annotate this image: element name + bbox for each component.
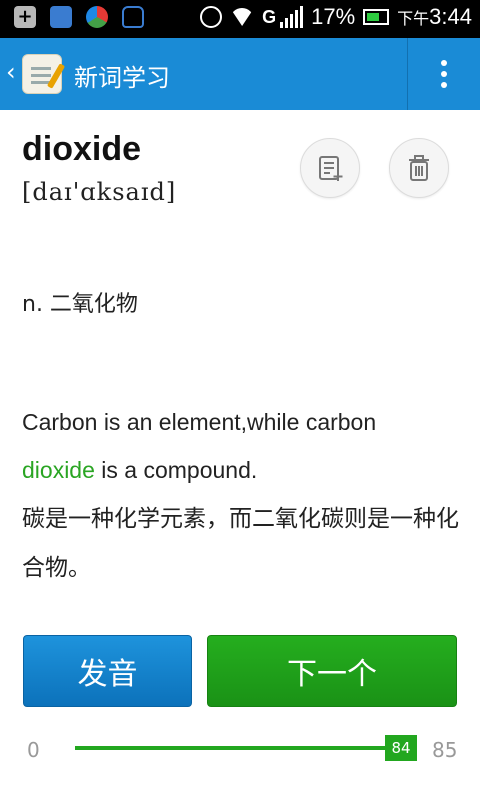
battery-percent: 17% (311, 4, 356, 29)
example-highlight-word: dioxide (22, 457, 95, 483)
app-logo-icon[interactable] (22, 54, 62, 94)
contact-app-icon (50, 6, 72, 28)
example-sentence: Carbon is an element,while carbon dioxid… (22, 398, 462, 592)
add-to-wordbook-button[interactable] (300, 138, 360, 198)
clock: 下午3:44 (397, 4, 472, 29)
word-heading: dioxide (22, 130, 142, 168)
status-bar: + G 17% 下午3:44 (0, 0, 480, 38)
trash-icon (409, 155, 429, 181)
word-phonetic: [daɪ'ɑksaɪd] (22, 178, 177, 206)
progress-fill (75, 746, 411, 750)
progress-max-label: 85 (432, 738, 458, 762)
next-word-button[interactable]: 下一个 (207, 635, 457, 707)
example-chinese: 碳是一种化学元素，而二氧化碳则是一种化合物。 (22, 506, 459, 581)
menu-dot-icon (441, 82, 447, 88)
menu-dot-icon (441, 60, 447, 66)
example-english-part2: is a compound. (94, 457, 258, 483)
signal-icon (280, 6, 304, 28)
app-swirl-icon (86, 6, 108, 28)
network-type: G (262, 6, 277, 27)
pronounce-button[interactable]: 发音 (23, 635, 192, 707)
lock-icon (122, 6, 144, 28)
notification-icons: + (14, 6, 144, 28)
delete-word-button[interactable] (389, 138, 449, 198)
battery-icon (363, 9, 390, 25)
overflow-menu-button[interactable] (408, 38, 480, 110)
add-note-icon (319, 156, 343, 181)
menu-dot-icon (441, 71, 447, 77)
progress-min-label: 0 (27, 738, 40, 762)
action-bar: ‹ 新词学习 (0, 38, 480, 110)
system-indicators: G 17% 下午3:44 (200, 4, 472, 30)
word-meaning: n. 二氧化物 (22, 292, 138, 317)
add-notification-icon: + (14, 6, 36, 28)
back-chevron-icon[interactable]: ‹ (6, 58, 16, 86)
page-title: 新词学习 (74, 64, 170, 92)
progress-track[interactable] (75, 746, 415, 750)
progress-thumb[interactable]: 84 (385, 735, 417, 761)
wifi-icon (230, 8, 255, 26)
alarm-icon (200, 6, 223, 28)
example-english-part1: Carbon is an element,while carbon (22, 409, 377, 435)
